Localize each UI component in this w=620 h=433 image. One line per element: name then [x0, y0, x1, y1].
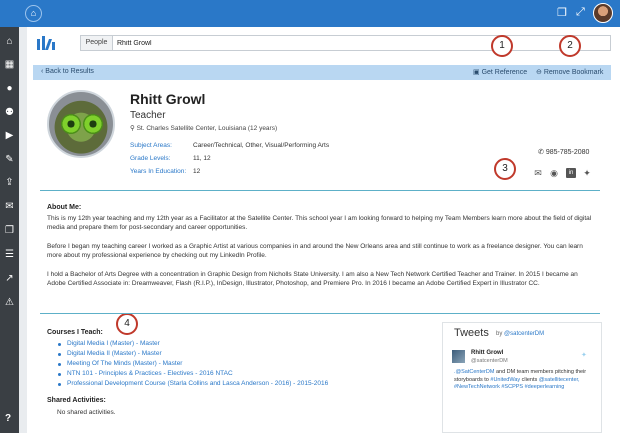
calendar-icon[interactable]: ▦: [0, 59, 19, 70]
subject-areas-value: Career/Technical, Other, Visual/Performi…: [193, 142, 330, 149]
tweet-avatar[interactable]: [452, 350, 465, 363]
subject-areas-label: Subject Areas:: [130, 142, 172, 149]
profile-role: Teacher: [130, 110, 166, 121]
search-bar: People: [80, 35, 611, 51]
alert-icon[interactable]: ⚠: [0, 297, 19, 308]
twitter-icon[interactable]: ✦: [582, 168, 592, 178]
profile-name: Rhitt Growl: [130, 91, 206, 107]
globe-icon[interactable]: ◉: [549, 168, 559, 178]
profile-location: ⚲ St. Charles Satellite Center, Louisian…: [130, 125, 278, 132]
shared-empty-text: No shared activities.: [57, 409, 116, 416]
tweet-author[interactable]: Rhitt Growl: [471, 350, 503, 356]
home-nav-icon[interactable]: ⌂: [0, 36, 19, 47]
phone-number: ✆ 985-785-2080: [538, 149, 590, 156]
grade-levels-value: 11, 12: [193, 155, 211, 162]
tweets-title: Tweets: [454, 327, 489, 339]
mail-icon[interactable]: ✉: [0, 201, 19, 212]
shared-title: Shared Activities:: [47, 397, 106, 404]
course-link[interactable]: Digital Media I (Master) - Master: [67, 340, 160, 347]
phone-icon: ✆: [538, 149, 544, 156]
course-link[interactable]: Professional Development Course (Starla …: [67, 380, 328, 387]
course-link[interactable]: Meeting Of The Minds (Master) - Master: [67, 360, 182, 367]
tweet-author-handle[interactable]: @satcenterDM: [471, 358, 508, 364]
courses-title: Courses I Teach:: [47, 329, 103, 336]
tweet-text: .@SatCenterDM and DM team members pitchi…: [454, 369, 587, 390]
course-link[interactable]: NTN 101 - Principles & Practices - Elect…: [67, 370, 233, 377]
back-to-results-link[interactable]: ‹ Back to Results: [41, 68, 94, 75]
play-icon[interactable]: ▶: [0, 130, 19, 141]
help-icon[interactable]: ?: [5, 413, 11, 424]
about-paragraph-1: This is my 12th year teaching and my 12t…: [47, 215, 592, 231]
expand-icon[interactable]: ⤢: [576, 6, 585, 19]
user-avatar[interactable]: [593, 3, 613, 23]
get-reference-button[interactable]: ▣ Get Reference: [473, 68, 527, 76]
search-input[interactable]: [117, 37, 597, 49]
documents-icon[interactable]: ❐: [0, 225, 19, 236]
years-label: Years In Education:: [130, 168, 187, 175]
tweets-widget: Tweets by @satcenterDM Rhitt Growl @satc…: [442, 322, 602, 433]
app-logo: [37, 36, 59, 50]
callout-2: 2: [559, 35, 581, 57]
list-icon[interactable]: ☰: [0, 249, 19, 260]
sidebar: ⌂ ▦ ● ⚉ ▶ ✎ ⇪ ✉ ❐ ☰ ↗ ⚠: [0, 27, 19, 433]
edit-icon[interactable]: ✎: [0, 154, 19, 165]
divider-bottom: [40, 313, 600, 314]
groups-icon[interactable]: ⚉: [0, 107, 19, 118]
about-paragraph-2: Before I began my teaching career I work…: [47, 243, 583, 259]
tweets-by: by @satcenterDM: [496, 331, 545, 337]
copy-icon[interactable]: ❐: [557, 6, 567, 19]
twitter-bird-icon: ✦: [581, 352, 587, 359]
callout-1: 1: [491, 35, 513, 57]
linkedin-icon[interactable]: in: [566, 168, 576, 178]
email-icon[interactable]: ✉: [533, 168, 543, 178]
profile-photo: [47, 90, 115, 158]
action-bar: ‹ Back to Results ▣ Get Reference ⊖ Remo…: [33, 65, 611, 80]
divider-top: [40, 190, 600, 191]
search-category[interactable]: People: [81, 36, 113, 50]
callout-3: 3: [494, 158, 516, 180]
people-icon[interactable]: ●: [0, 83, 19, 94]
about-title: About Me:: [47, 204, 82, 211]
tweets-handle-link[interactable]: @satcenterDM: [504, 331, 544, 337]
callout-4: 4: [116, 313, 138, 335]
about-paragraph-3: I hold a Bachelor of Arts Degree with a …: [47, 271, 578, 287]
upload-icon[interactable]: ⇪: [0, 177, 19, 188]
years-value: 12: [193, 168, 201, 175]
chart-icon[interactable]: ↗: [0, 273, 19, 284]
home-icon[interactable]: ⌂: [25, 5, 42, 22]
top-bar: ⌂ ❐ ⤢: [0, 0, 620, 27]
location-pin-icon: ⚲: [130, 125, 135, 132]
grade-levels-label: Grade Levels:: [130, 155, 171, 162]
remove-bookmark-button[interactable]: ⊖ Remove Bookmark: [536, 68, 603, 76]
course-link[interactable]: Digital Media II (Master) - Master: [67, 350, 162, 357]
